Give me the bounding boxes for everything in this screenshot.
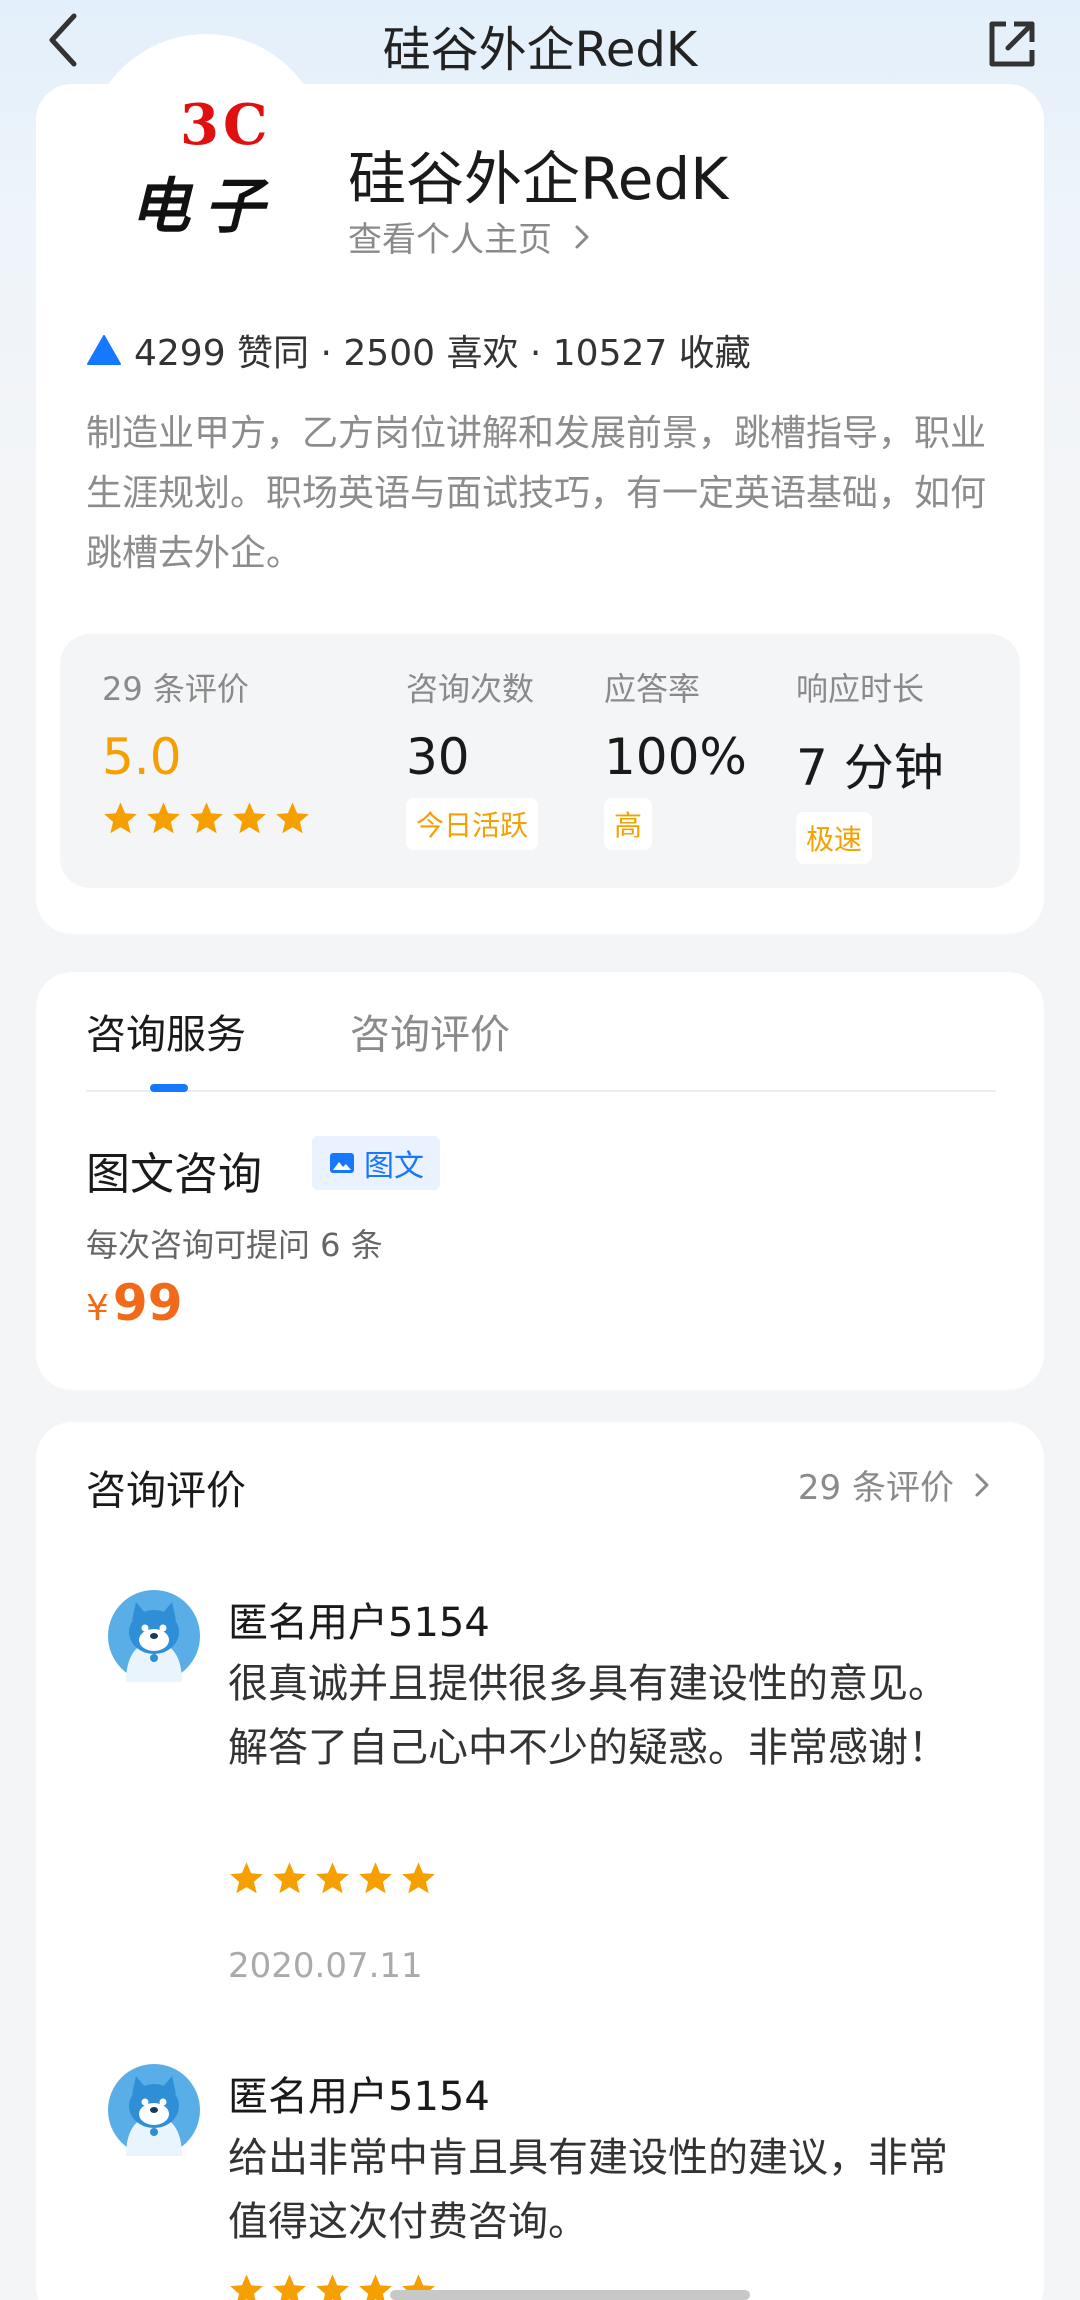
consult-label: 咨询次数 bbox=[406, 670, 535, 708]
reviews-heading: 咨询评价 bbox=[86, 1468, 246, 1514]
review-text: 很真诚并且提供很多具有建设性的意见。解答了自己心中不少的疑惑。非常感谢！ bbox=[228, 1661, 948, 1771]
metric-rating[interactable]: 29 条评价 5.0 bbox=[102, 664, 311, 837]
profile-name: 硅谷外企RedK bbox=[348, 145, 729, 213]
response-value: 7 分钟 bbox=[796, 739, 944, 797]
answer-tag: 高 bbox=[604, 798, 653, 850]
all-reviews-link[interactable]: 29 条评价 bbox=[798, 1460, 990, 1509]
star-icon bbox=[276, 802, 309, 834]
share-icon[interactable] bbox=[984, 16, 1040, 72]
avatar[interactable]: 3C 电子 bbox=[130, 92, 320, 242]
currency-symbol: ¥ bbox=[86, 1288, 109, 1329]
stats-text: 4299 赞同 · 2500 喜欢 · 10527 收藏 bbox=[134, 333, 751, 374]
service-type-badge: 图文 bbox=[312, 1136, 440, 1190]
user-avatar-icon bbox=[108, 1590, 200, 1682]
tab-consult-service[interactable]: 咨询服务 bbox=[86, 1002, 246, 1060]
logo-line-2: 电子 bbox=[130, 172, 278, 242]
star-icon bbox=[316, 2274, 349, 2300]
consult-tag: 今日活跃 bbox=[406, 798, 539, 850]
reviews-card: 咨询评价 29 条评价 匿名用户5154 很真诚并且提供很多具有建设性的意见。解… bbox=[36, 1422, 1044, 2300]
metrics-panel: 29 条评价 5.0 咨询次数 30 今日活跃 应答率 100% 高 响应时长 … bbox=[60, 634, 1020, 888]
star-icon bbox=[402, 1862, 435, 1894]
stats-line: 4299 赞同 · 2500 喜欢 · 10527 收藏 bbox=[86, 324, 751, 376]
rating-value: 5.0 bbox=[102, 728, 182, 786]
logo-line-1: 3C bbox=[180, 92, 272, 158]
review-date: 2020.07.11 bbox=[228, 1946, 423, 1986]
answer-label: 应答率 bbox=[604, 670, 701, 708]
star-icon bbox=[359, 1862, 392, 1894]
page: 硅谷外企RedK 3C 电子 硅谷外企RedK 查看个人主页 4299 赞同 ·… bbox=[0, 0, 1080, 2300]
reviews-count-label: 29 条评价 bbox=[102, 670, 249, 708]
star-icon bbox=[230, 1862, 263, 1894]
tab-consult-reviews[interactable]: 咨询评价 bbox=[350, 1002, 510, 1060]
view-profile-link[interactable]: 查看个人主页 bbox=[348, 212, 591, 261]
service-badge-label: 图文 bbox=[364, 1149, 424, 1184]
consult-value: 30 bbox=[406, 728, 470, 786]
image-icon bbox=[330, 1153, 354, 1173]
view-profile-label: 查看个人主页 bbox=[348, 220, 552, 260]
service-price: ¥99 bbox=[86, 1274, 183, 1332]
reviews-count-link: 29 条评价 bbox=[797, 1468, 954, 1508]
review-item: 匿名用户5154 给出非常中肯且具有建设性的建议，非常值得这次付费咨询。 bbox=[108, 2064, 988, 2300]
star-icon bbox=[230, 2274, 263, 2300]
home-indicator[interactable] bbox=[390, 2290, 750, 2300]
answer-value: 100% bbox=[604, 728, 747, 786]
user-avatar-icon bbox=[108, 2064, 200, 2156]
star-icon bbox=[104, 802, 137, 834]
star-icon bbox=[233, 802, 266, 834]
upvote-triangle-icon bbox=[87, 335, 121, 365]
star-icon bbox=[273, 2274, 306, 2300]
review-username: 匿名用户5154 bbox=[228, 2074, 490, 2120]
profile-card: 3C 电子 硅谷外企RedK 查看个人主页 4299 赞同 · 2500 喜欢 … bbox=[36, 34, 1044, 934]
review-item: 匿名用户5154 很真诚并且提供很多具有建设性的意见。解答了自己心中不少的疑惑。… bbox=[108, 1590, 988, 2010]
review-username: 匿名用户5154 bbox=[228, 1600, 490, 1646]
star-icon bbox=[190, 802, 223, 834]
response-tag: 极速 bbox=[796, 812, 873, 864]
service-title[interactable]: 图文咨询 bbox=[86, 1138, 262, 1202]
metric-answer-rate: 应答率 100% 高 bbox=[604, 664, 747, 850]
star-icon bbox=[147, 802, 180, 834]
services-card: 咨询服务 咨询评价 图文咨询 图文 每次咨询可提问 6 条 ¥99 bbox=[36, 972, 1044, 1390]
chevron-right-icon bbox=[575, 225, 589, 249]
rating-stars bbox=[102, 800, 311, 837]
response-label: 响应时长 bbox=[796, 670, 925, 708]
star-icon bbox=[359, 2274, 392, 2300]
review-text: 给出非常中肯且具有建设性的建议，非常值得这次付费咨询。 bbox=[228, 2135, 948, 2245]
review-stars bbox=[228, 1860, 437, 1897]
price-value: 99 bbox=[112, 1274, 183, 1332]
service-subtitle: 每次咨询可提问 6 条 bbox=[86, 1226, 383, 1264]
active-tab-indicator bbox=[150, 1084, 188, 1092]
star-icon bbox=[273, 1862, 306, 1894]
star-icon bbox=[316, 1862, 349, 1894]
metric-consults: 咨询次数 30 今日活跃 bbox=[406, 664, 539, 850]
profile-bio: 制造业甲方，乙方岗位讲解和发展前景，跳槽指导，职业生涯规划。职场英语与面试技巧，… bbox=[86, 413, 987, 574]
chevron-right-icon bbox=[975, 1473, 989, 1496]
metric-response-time: 响应时长 7 分钟 极速 bbox=[796, 664, 944, 864]
service-tabs: 咨询服务 咨询评价 bbox=[86, 1002, 996, 1092]
